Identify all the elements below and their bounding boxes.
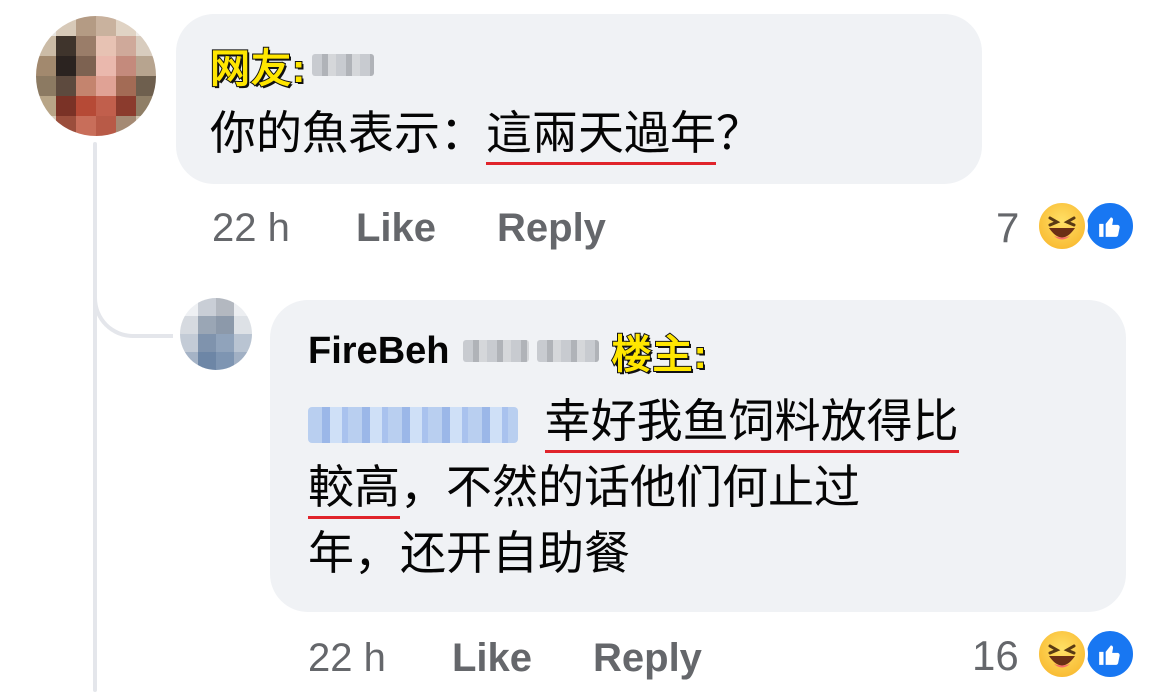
haha-icon <box>1036 200 1088 252</box>
comment-text-underlined: 這兩天過年 <box>486 106 716 165</box>
comment-time[interactable]: 22 h <box>212 206 290 251</box>
blurred-author-name <box>312 54 375 76</box>
netizen-tag: 网友: <box>209 46 307 92</box>
blurred-name-part <box>463 340 530 362</box>
like-button[interactable]: Like <box>356 206 436 251</box>
op-avatar[interactable] <box>180 298 252 370</box>
thread-line <box>93 142 97 692</box>
commenter-avatar[interactable] <box>36 16 156 136</box>
author-name[interactable]: FireBeh <box>308 330 449 373</box>
reply-text: 幸好我鱼饲料放得比 較高，不然的话他们何止过 年，还开自助餐 <box>308 388 1108 586</box>
reply-header: FireBeh 楼主: <box>308 322 708 380</box>
op-tag: 楼主: <box>610 332 708 378</box>
like-thumb-icon <box>1084 628 1136 680</box>
blurred-name-part <box>537 340 600 362</box>
comment-text-plain: 你的魚表示： <box>210 106 486 160</box>
reaction-count[interactable]: 7 <box>996 204 1019 252</box>
reaction-count[interactable]: 16 <box>972 632 1019 680</box>
reply-button[interactable]: Reply <box>497 206 606 251</box>
reply-connector <box>93 232 173 338</box>
reply-text-line2-underlined: 較高 <box>308 460 400 519</box>
blurred-mention[interactable] <box>308 406 518 443</box>
reply-text-line3: 年，还开自助餐 <box>308 526 630 580</box>
reply-text-line2: ，不然的话他们何止过 <box>400 460 860 514</box>
comment-text-end: ？ <box>716 106 762 160</box>
like-button[interactable]: Like <box>452 636 532 681</box>
haha-icon <box>1036 628 1088 680</box>
reply-text-line1: 幸好我鱼饲料放得比 <box>544 394 959 453</box>
reply-button[interactable]: Reply <box>593 636 702 681</box>
reply-time[interactable]: 22 h <box>308 636 386 681</box>
comment-header: 网友: <box>209 36 375 94</box>
comment-text: 你的魚表示：這兩天過年？ <box>210 100 762 166</box>
like-thumb-icon <box>1084 200 1136 252</box>
